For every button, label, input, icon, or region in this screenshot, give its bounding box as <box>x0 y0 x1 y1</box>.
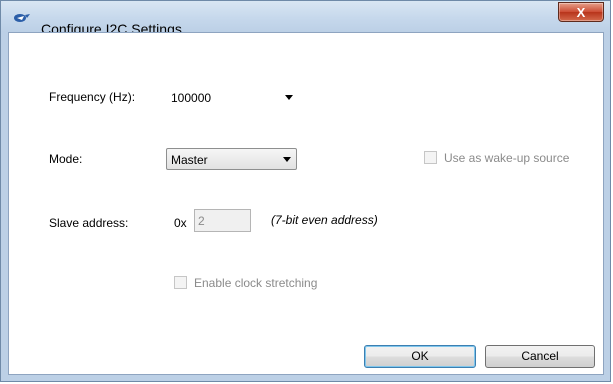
slave-address-input[interactable]: 2 <box>194 209 251 232</box>
ok-button[interactable]: OK <box>364 345 476 368</box>
wake-up-label: Use as wake-up source <box>444 151 570 165</box>
mode-select[interactable]: Master <box>166 148 297 170</box>
chevron-down-icon <box>283 157 291 162</box>
clock-stretching-label: Enable clock stretching <box>194 276 318 290</box>
clock-stretching-checkbox[interactable] <box>174 276 187 289</box>
frequency-label: Frequency (Hz): <box>49 90 136 104</box>
chevron-down-icon <box>285 95 293 100</box>
dialog-window: Configure I2C Settings X Frequency (Hz):… <box>0 0 611 382</box>
app-icon <box>14 14 30 22</box>
mode-label: Mode: <box>49 152 83 166</box>
dialog-content: Frequency (Hz): 100000 Mode: Master Use … <box>8 32 604 375</box>
wake-up-checkbox[interactable] <box>424 151 437 164</box>
close-button[interactable]: X <box>558 2 604 22</box>
slave-address-label: Slave address: <box>49 216 129 230</box>
frequency-value: 100000 <box>171 91 212 105</box>
mode-value: Master <box>171 153 208 167</box>
slave-address-prefix: 0x <box>174 216 187 230</box>
cancel-button[interactable]: Cancel <box>485 345 595 368</box>
title-bar[interactable]: Configure I2C Settings X <box>1 1 610 37</box>
slave-address-hint: (7-bit even address) <box>271 213 378 227</box>
close-icon: X <box>576 5 586 20</box>
frequency-combo[interactable]: 100000 <box>166 86 299 108</box>
